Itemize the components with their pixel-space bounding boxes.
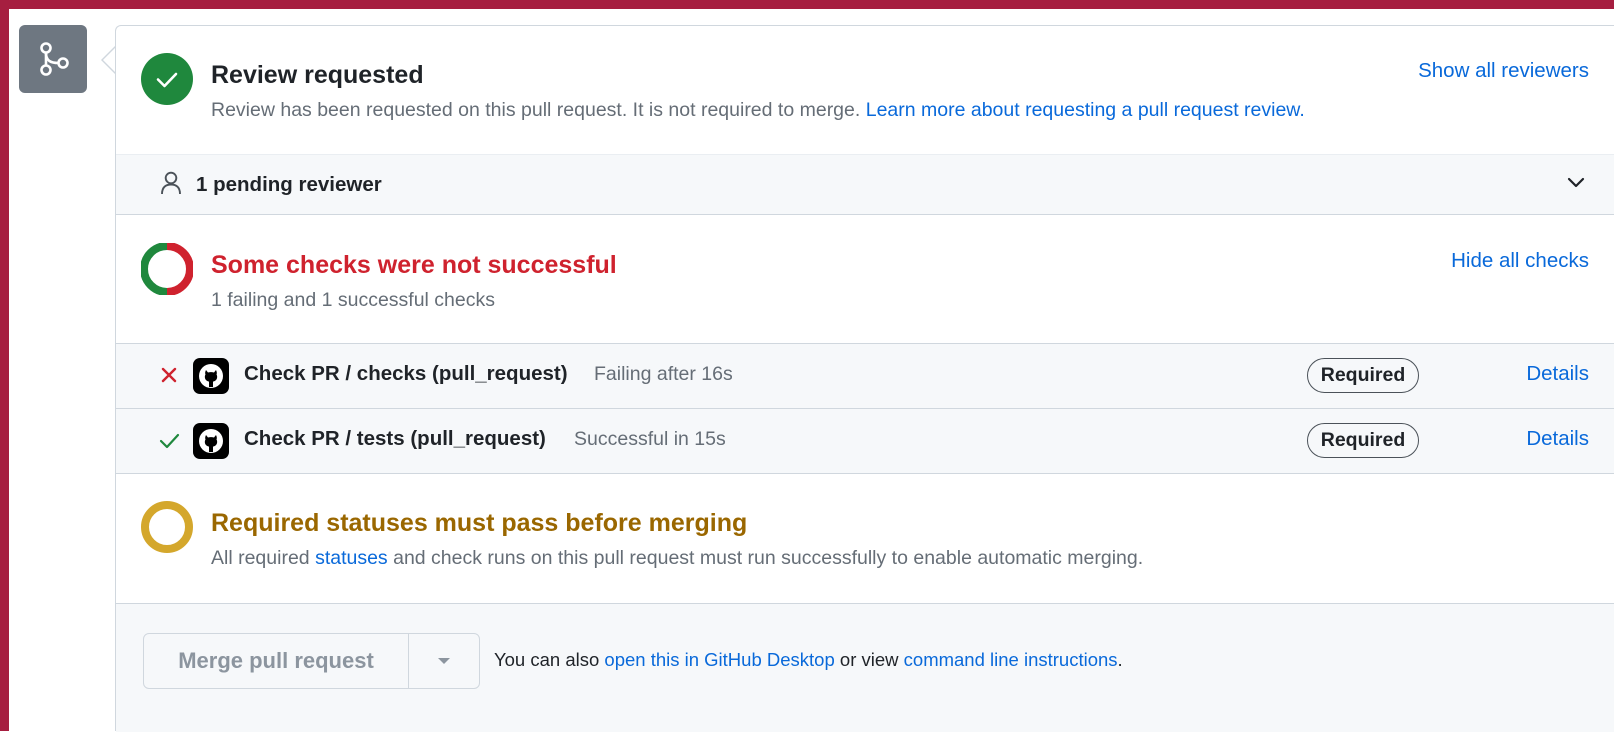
merge-box: Review requested Review has been request… — [115, 25, 1614, 732]
pending-reviewer-count: 1 pending reviewer — [196, 173, 382, 196]
git-merge-badge — [19, 25, 87, 93]
pending-reviewers-row[interactable]: 1 pending reviewer — [116, 154, 1614, 215]
merge-method-dropdown[interactable] — [409, 634, 479, 688]
review-section: Review requested Review has been request… — [116, 26, 1614, 154]
merge-button-group: Merge pull request — [143, 633, 480, 689]
required-desc-suffix: and check runs on this pull request must… — [387, 547, 1144, 569]
checks-title: Some checks were not successful — [211, 251, 617, 279]
required-desc-prefix: All required — [211, 547, 316, 569]
failure-donut-icon — [141, 243, 193, 295]
pending-ring-icon — [141, 501, 193, 553]
merge-pull-request-button[interactable]: Merge pull request — [144, 634, 409, 688]
github-mark-icon — [193, 423, 229, 459]
check-details-link[interactable]: Details — [1526, 362, 1589, 386]
check-meta: Successful in 15s — [574, 428, 726, 450]
chevron-down-icon[interactable] — [1567, 177, 1585, 189]
hide-all-checks-link[interactable]: Hide all checks — [1451, 249, 1589, 273]
open-github-desktop-link[interactable]: open this in GitHub Desktop — [604, 649, 834, 670]
github-mark-icon — [193, 358, 229, 394]
merge-note-suffix: . — [1117, 649, 1123, 670]
check-circle-icon — [141, 53, 193, 105]
check-name: Check PR / checks (pull_request) — [244, 362, 568, 385]
window-frame-top — [0, 0, 1614, 9]
check-meta: Failing after 16s — [594, 363, 733, 385]
show-all-reviewers-link[interactable]: Show all reviewers — [1418, 59, 1589, 83]
window-frame-left — [0, 0, 9, 731]
person-icon — [161, 171, 181, 195]
required-badge: Required — [1307, 423, 1419, 458]
git-merge-icon — [40, 42, 69, 76]
check-details-link[interactable]: Details — [1526, 427, 1589, 451]
command-line-instructions-link[interactable]: command line instructions — [904, 649, 1118, 670]
learn-more-link[interactable]: Learn more about requesting a pull reque… — [866, 99, 1305, 121]
x-icon — [161, 367, 177, 383]
required-badge: Required — [1307, 358, 1419, 393]
check-row-failing: Check PR / checks (pull_request) Failing… — [116, 343, 1614, 408]
statuses-link[interactable]: statuses — [315, 547, 388, 569]
check-row-success: Check PR / tests (pull_request) Successf… — [116, 408, 1614, 473]
review-title: Review requested — [211, 61, 424, 89]
required-title: Required statuses must pass before mergi… — [211, 509, 748, 537]
merge-area: Merge pull request You can also open thi… — [116, 603, 1614, 732]
check-icon — [159, 433, 180, 449]
merge-note-middle: or view — [834, 649, 904, 670]
checks-section: Some checks were not successful 1 failin… — [116, 215, 1614, 343]
review-description: Review has been requested on this pull r… — [211, 99, 1305, 122]
checks-summary: 1 failing and 1 successful checks — [211, 289, 495, 311]
required-description: All required statuses and check runs on … — [211, 547, 1143, 570]
triangle-down-icon — [438, 658, 450, 664]
review-description-text: Review has been requested on this pull r… — [211, 99, 861, 121]
required-statuses-section: Required statuses must pass before mergi… — [116, 473, 1614, 603]
merge-note-prefix: You can also — [494, 649, 605, 670]
merge-alternatives-note: You can also open this in GitHub Desktop… — [494, 649, 1123, 671]
check-name: Check PR / tests (pull_request) — [244, 427, 546, 450]
